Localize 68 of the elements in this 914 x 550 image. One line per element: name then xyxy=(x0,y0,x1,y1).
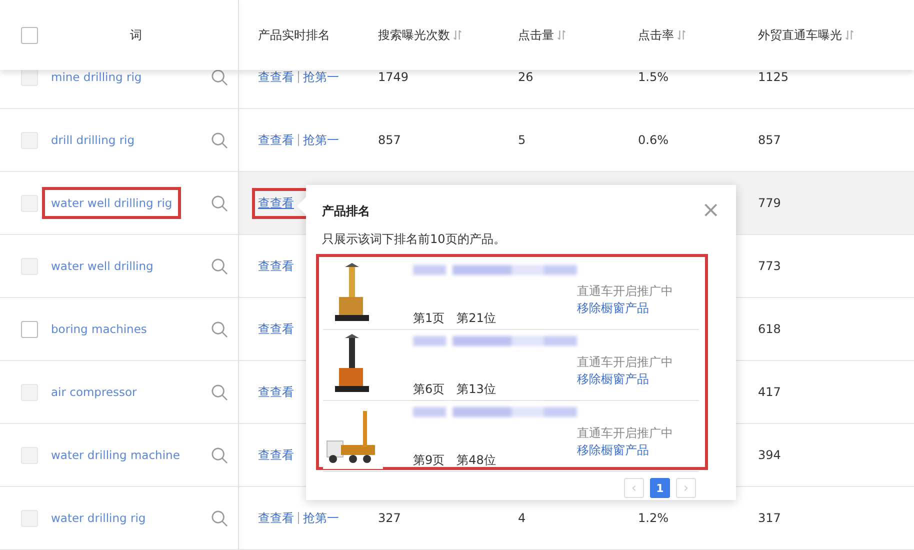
table-cell: 779 xyxy=(758,196,781,210)
keyword-link[interactable]: water well drilling xyxy=(51,259,154,273)
view-link[interactable]: 查查看 xyxy=(258,384,294,400)
table-cell: 417 xyxy=(758,385,781,399)
search-icon[interactable] xyxy=(211,384,228,400)
table-cell: 4 xyxy=(518,511,526,525)
view-link[interactable]: 查查看 xyxy=(258,510,294,526)
table-cell: 773 xyxy=(758,259,781,273)
table-cell: 1.5% xyxy=(638,70,668,84)
rank-text: 第9页 第48位 xyxy=(413,452,497,469)
keyword-link[interactable]: drill drilling rig xyxy=(51,133,135,147)
sort-icon[interactable] xyxy=(557,29,566,41)
page-button[interactable]: 1 xyxy=(650,478,670,498)
table-cell: 1125 xyxy=(758,70,789,84)
search-icon[interactable] xyxy=(211,258,228,274)
keyword-link[interactable]: mine drilling rig xyxy=(51,70,142,84)
table-cell: 26 xyxy=(518,70,534,84)
column-header: 词 xyxy=(130,26,142,44)
search-icon[interactable] xyxy=(211,510,228,526)
checkbox[interactable] xyxy=(21,26,38,44)
view-link[interactable]: 查查看 xyxy=(258,132,294,148)
remove-link[interactable]: 移除橱窗产品 xyxy=(577,442,673,459)
status-text: 直通车开启推广中 xyxy=(577,425,673,442)
keyword-link[interactable]: air compressor xyxy=(51,385,137,399)
popover-note: 只展示该词下排名前10页的产品。 xyxy=(322,231,506,248)
close-button[interactable]: × xyxy=(702,200,720,222)
popover-title: 产品排名 xyxy=(322,202,370,220)
grab-first-link[interactable]: 抢第一 xyxy=(303,68,339,86)
status-text: 直通车开启推广中 xyxy=(577,283,673,300)
column-header: 外贸直通车曝光 xyxy=(758,26,842,44)
sort-icon[interactable] xyxy=(677,29,686,41)
sort-icon[interactable] xyxy=(845,29,854,41)
status-text: 直通车开启推广中 xyxy=(577,354,673,371)
table-cell: 317 xyxy=(758,511,781,525)
keyword-link[interactable]: boring machines xyxy=(51,322,147,336)
table-cell: 857 xyxy=(758,133,781,147)
search-icon[interactable] xyxy=(211,68,228,86)
column-header: 产品实时排名 xyxy=(258,26,330,44)
column-header: 搜索曝光次数 xyxy=(378,26,450,44)
checkbox[interactable] xyxy=(21,320,38,338)
keyword-link[interactable]: water well drilling rig xyxy=(42,187,182,219)
view-link[interactable]: 查查看 xyxy=(258,68,294,86)
view-link[interactable]: 查查看 xyxy=(258,258,294,274)
grab-first-link[interactable]: 抢第一 xyxy=(303,510,339,526)
search-icon[interactable] xyxy=(211,132,228,148)
column-header: 点击率 xyxy=(638,26,674,44)
sort-icon[interactable] xyxy=(453,29,462,41)
search-icon[interactable] xyxy=(211,446,228,464)
view-link[interactable]: 查查看 xyxy=(258,446,294,464)
table-cell: 5 xyxy=(518,133,526,147)
table-cell: 1749 xyxy=(378,70,409,84)
table-cell: 1.2% xyxy=(638,511,668,525)
rank-text: 第6页 第13位 xyxy=(413,381,497,398)
table-cell: 618 xyxy=(758,322,781,336)
view-link[interactable]: 查查看 xyxy=(258,320,294,338)
table-cell: 857 xyxy=(378,133,401,147)
grab-first-link[interactable]: 抢第一 xyxy=(303,132,339,148)
keyword-link[interactable]: water drilling rig xyxy=(51,511,146,525)
remove-link[interactable]: 移除橱窗产品 xyxy=(577,371,673,388)
table-cell: 327 xyxy=(378,511,401,525)
search-icon[interactable] xyxy=(211,194,228,212)
table-cell: 394 xyxy=(758,448,781,462)
column-header: 点击量 xyxy=(518,26,554,44)
keyword-link[interactable]: water drilling machine xyxy=(51,448,180,462)
table-cell: 0.6% xyxy=(638,133,668,147)
search-icon[interactable] xyxy=(211,320,228,338)
remove-link[interactable]: 移除橱窗产品 xyxy=(577,300,673,317)
rank-text: 第1页 第21位 xyxy=(413,310,497,327)
